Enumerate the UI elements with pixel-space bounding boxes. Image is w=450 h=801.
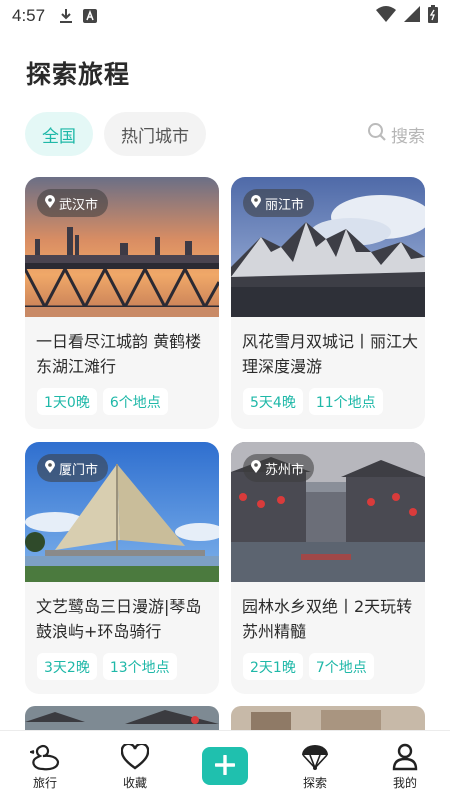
bottom-nav: 旅行 收藏 探索 我的	[0, 730, 450, 801]
city-label: 丽江市	[265, 197, 305, 213]
duck-icon	[30, 743, 60, 771]
filter-row: 全国 热门城市 搜索	[25, 112, 425, 156]
location-pin-icon	[251, 459, 261, 477]
nav-mine-label: 我的	[392, 776, 417, 790]
route-title: 一日看尽江城韵 黄鹤楼东湖江滩行	[36, 332, 202, 376]
nav-explore-label: 探索	[302, 776, 327, 790]
city-label: 武汉市	[59, 197, 99, 213]
nav-mine[interactable]: 我的	[360, 731, 450, 801]
nav-travel-label: 旅行	[32, 776, 57, 790]
add-route-button[interactable]	[202, 747, 248, 785]
route-title: 园林水乡双绝丨2天玩转苏州精髓	[242, 597, 413, 641]
wifi-icon	[376, 5, 396, 27]
status-bar: 4:57	[0, 0, 450, 32]
app-notification-icon	[83, 9, 98, 23]
location-pin-icon	[45, 194, 55, 212]
route-title: 文艺鹭岛三日漫游|琴岛鼓浪屿+环岛骑行	[36, 597, 202, 641]
search-icon	[367, 122, 387, 147]
route-photo-peek-right	[231, 706, 425, 732]
city-tag: 武汉市	[37, 189, 109, 217]
heart-icon	[121, 743, 149, 771]
route-card-suzhou[interactable]: 苏州市 园林水乡双绝丨2天玩转苏州精髓 2天1晚 7个地点	[231, 442, 425, 694]
places-count-tag: 7个地点	[308, 653, 374, 680]
route-title: 风花雪月双城记丨丽江大理深度漫游	[242, 332, 419, 376]
duration-tag: 3天2晚	[37, 653, 97, 680]
city-tag: 苏州市	[243, 454, 315, 482]
city-label: 厦门市	[59, 462, 99, 478]
nav-explore[interactable]: 探索	[270, 731, 360, 801]
nav-favorites[interactable]: 收藏	[90, 731, 180, 801]
signal-icon	[404, 5, 420, 27]
route-card-lijiang[interactable]: 丽江市 风花雪月双城记丨丽江大理深度漫游 5天4晚 11个地点	[231, 177, 425, 429]
nav-travel[interactable]: 旅行	[0, 731, 90, 801]
nav-add[interactable]	[180, 731, 270, 801]
route-card-xiamen[interactable]: 厦门市 文艺鹭岛三日漫游|琴岛鼓浪屿+环岛骑行 3天2晚 13个地点	[25, 442, 219, 694]
route-card-wuhan[interactable]: 武汉市 一日看尽江城韵 黄鹤楼东湖江滩行 1天0晚 6个地点	[25, 177, 219, 429]
places-count-tag: 6个地点	[102, 388, 168, 415]
page-title: 探索旅程	[26, 60, 131, 89]
city-label: 苏州市	[265, 462, 305, 478]
route-photo-peek-left	[25, 706, 219, 732]
user-icon	[392, 743, 418, 771]
filter-hot-cities-chip[interactable]: 热门城市	[104, 112, 206, 156]
location-pin-icon	[45, 459, 55, 477]
route-card-peek-right[interactable]	[231, 706, 425, 732]
location-pin-icon	[251, 194, 261, 212]
nav-favorites-label: 收藏	[122, 776, 147, 790]
search-label: 搜索	[391, 126, 425, 147]
paraglider-icon	[300, 743, 330, 771]
filter-all-chip[interactable]: 全国	[25, 112, 93, 156]
city-tag: 厦门市	[37, 454, 109, 482]
download-icon	[59, 8, 73, 24]
search-button[interactable]: 搜索	[367, 122, 425, 147]
status-time: 4:57	[12, 6, 46, 25]
places-count-tag: 13个地点	[102, 653, 177, 680]
plus-icon	[214, 753, 236, 778]
route-card-peek-left[interactable]	[25, 706, 219, 732]
duration-tag: 1天0晚	[37, 388, 97, 415]
duration-tag: 5天4晚	[243, 388, 303, 415]
battery-icon	[428, 4, 438, 28]
duration-tag: 2天1晚	[243, 653, 303, 680]
city-tag: 丽江市	[243, 189, 315, 217]
places-count-tag: 11个地点	[308, 388, 383, 415]
